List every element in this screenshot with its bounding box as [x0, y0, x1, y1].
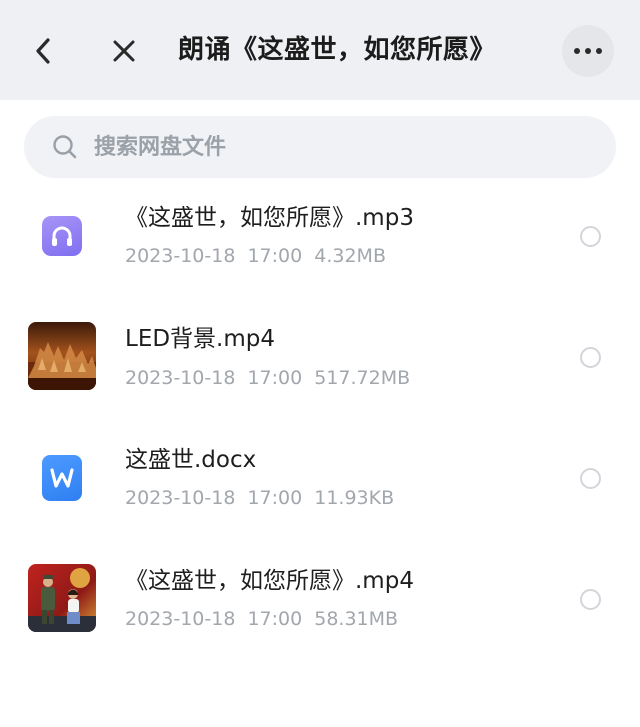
file-name: 这盛世.docx	[125, 447, 257, 473]
search-input[interactable]	[94, 127, 594, 167]
page-title: 朗诵《这盛世，如您所愿》	[178, 35, 497, 65]
file-name: LED背景.mp4	[125, 326, 276, 352]
file-row[interactable]: LED背景.mp4 2023-10-18 17:00 517.72MB	[0, 298, 640, 416]
file-meta: 2023-10-18 17:00 58.31MB	[125, 608, 399, 630]
file-row[interactable]: 《这盛世，如您所愿》.mp4 2023-10-18 17:00 58.31MB	[0, 540, 640, 658]
close-button[interactable]	[108, 34, 140, 68]
chevron-left-icon	[36, 38, 50, 64]
file-meta: 2023-10-18 17:00 4.32MB	[125, 245, 386, 267]
file-row[interactable]: 《这盛世，如您所愿》.mp3 2023-10-18 17:00 4.32MB	[0, 177, 640, 295]
search-bar[interactable]	[24, 116, 616, 178]
select-checkbox[interactable]	[580, 468, 601, 489]
close-icon	[113, 40, 135, 62]
video-thumbnail	[28, 564, 96, 632]
audio-file-icon	[28, 202, 96, 270]
select-checkbox[interactable]	[580, 589, 601, 610]
word-file-icon	[28, 443, 96, 511]
more-dots-icon	[574, 48, 602, 54]
top-bar: 朗诵《这盛世，如您所愿》	[0, 0, 640, 100]
file-meta: 2023-10-18 17:00 11.93KB	[125, 487, 395, 509]
file-name: 《这盛世，如您所愿》.mp4	[125, 568, 414, 594]
select-checkbox[interactable]	[580, 226, 601, 247]
video-thumbnail	[28, 322, 96, 390]
file-row[interactable]: 这盛世.docx 2023-10-18 17:00 11.93KB	[0, 419, 640, 537]
select-checkbox[interactable]	[580, 347, 601, 368]
back-button[interactable]	[28, 34, 58, 68]
more-button[interactable]	[562, 25, 614, 77]
file-name: 《这盛世，如您所愿》.mp3	[125, 205, 414, 231]
file-meta: 2023-10-18 17:00 517.72MB	[125, 367, 411, 389]
search-icon	[53, 135, 77, 159]
